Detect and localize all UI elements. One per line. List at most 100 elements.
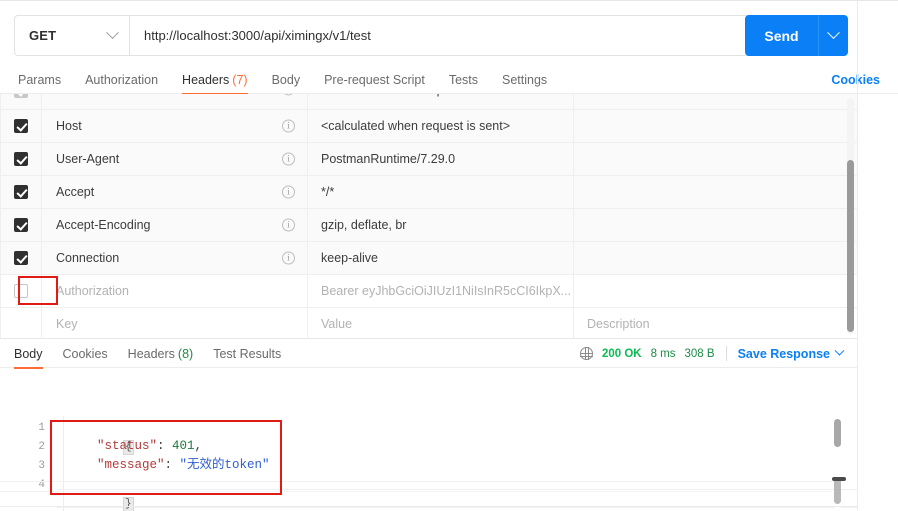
header-key-cell[interactable]: Postman-Token i [41, 94, 308, 110]
header-description-input[interactable]: Description [573, 307, 858, 338]
header-description-cell[interactable] [573, 274, 858, 308]
header-key-text: Accept [56, 184, 95, 199]
code-scrollbar-thumb[interactable] [834, 419, 841, 447]
table-row[interactable]: Host i <calculated when request is sent> [0, 109, 858, 143]
header-checkbox[interactable] [14, 218, 28, 233]
header-key-text: Accept-Encoding [56, 217, 151, 232]
tab-count: (7) [232, 72, 248, 87]
header-value-cell[interactable]: keep-alive [307, 241, 574, 275]
header-value-cell[interactable]: <calculated when request is sent> [307, 109, 574, 143]
value-placeholder: Value [321, 316, 353, 331]
code-content[interactable]: { "status": 401, "message": "无效的token" } [57, 416, 857, 511]
info-icon[interactable]: i [282, 185, 295, 199]
header-value-cell[interactable]: gzip, deflate, br [307, 208, 574, 242]
tab-body[interactable]: Body [272, 65, 301, 94]
chevron-down-icon [834, 345, 845, 356]
response-body-editor[interactable]: 1 2 3 4 { "status": 401, "message": "无效的… [0, 416, 857, 511]
response-size: 308 B [684, 347, 715, 360]
postman-window: GET http://localhost:3000/api/ximingx/v1… [0, 0, 898, 511]
response-tab-cookies[interactable]: Cookies [63, 339, 108, 368]
tab-headers[interactable]: Headers (7) [182, 65, 248, 95]
tab-label: Headers [182, 72, 230, 87]
response-tab-test-results[interactable]: Test Results [213, 339, 281, 368]
headers-scrollbar-thumb[interactable] [847, 160, 854, 332]
header-checkbox[interactable] [14, 94, 28, 98]
header-value-text: */* [321, 184, 335, 199]
code-line-2: "status": 401, [97, 437, 202, 456]
header-key-input[interactable]: Key [41, 307, 308, 338]
header-key-cell[interactable]: Authorization [41, 274, 308, 308]
info-icon[interactable]: i [282, 119, 295, 133]
header-key-cell[interactable]: Connection i [41, 241, 308, 275]
header-key-cell[interactable]: Accept i [41, 175, 308, 209]
tab-label: Pre-request Script [324, 72, 425, 87]
table-row[interactable]: Accept i */* [0, 175, 858, 209]
tab-label: Cookies [62, 346, 108, 361]
json-key-message: "message" [97, 458, 165, 472]
header-key-cell[interactable]: Host i [41, 109, 308, 143]
info-icon[interactable]: i [282, 152, 295, 166]
header-description-cell[interactable] [573, 208, 858, 242]
header-value-cell[interactable]: */* [307, 175, 574, 209]
header-description-cell[interactable] [573, 175, 858, 209]
send-button[interactable]: Send [745, 15, 818, 56]
info-icon[interactable]: i [282, 94, 295, 96]
line-number: 3 [38, 460, 45, 472]
header-value-input[interactable]: Value [307, 307, 574, 338]
divider [725, 346, 727, 361]
header-description-cell[interactable] [573, 241, 858, 275]
key-placeholder: Key [56, 316, 78, 331]
table-row[interactable]: Connection i keep-alive [0, 241, 858, 275]
tab-label: Test Results [213, 346, 282, 361]
tab-label: Authorization [85, 72, 159, 87]
json-colon: : [164, 458, 180, 472]
tab-params[interactable]: Params [18, 65, 61, 94]
cookies-link[interactable]: Cookies [831, 65, 880, 94]
header-checkbox[interactable] [14, 251, 28, 266]
header-checkbox[interactable] [14, 152, 28, 167]
tab-pre-request-script[interactable]: Pre-request Script [324, 65, 425, 94]
header-value-cell[interactable]: Bearer eyJhbGciOiJIUzI1NiIsInR5cCI6IkpX.… [307, 274, 574, 308]
save-response-button[interactable]: Save Response [737, 345, 845, 361]
code-scrollbar-thumb-secondary[interactable] [834, 478, 841, 504]
table-row[interactable]: User-Agent i PostmanRuntime/7.29.0 [0, 142, 858, 176]
header-enabled-cell [0, 241, 42, 275]
header-checkbox[interactable] [14, 119, 28, 134]
code-horizontal-scrollbar[interactable] [832, 477, 846, 481]
header-enabled-cell [0, 307, 42, 338]
header-enabled-cell [0, 208, 42, 242]
header-value-text: PostmanRuntime/7.29.0 [321, 151, 456, 166]
info-icon[interactable]: i [282, 251, 295, 265]
save-response-label: Save Response [737, 346, 830, 361]
header-key-cell[interactable]: Accept-Encoding i [41, 208, 308, 242]
info-icon[interactable]: i [282, 218, 295, 232]
description-placeholder: Description [587, 316, 650, 331]
window-bottom-divider [0, 506, 857, 507]
header-value-cell[interactable]: <calculated when request is sent> [307, 94, 574, 110]
table-row[interactable]: Postman-Token i <calculated when request… [0, 94, 858, 110]
header-description-cell[interactable] [573, 142, 858, 176]
tab-authorization[interactable]: Authorization [85, 65, 158, 94]
header-description-cell[interactable] [573, 94, 858, 110]
headers-table: Postman-Token i <calculated when request… [0, 94, 858, 338]
tab-count: (8) [177, 346, 194, 361]
http-method-select[interactable]: GET [14, 15, 129, 56]
table-row-new[interactable]: Key Value Description [0, 307, 858, 338]
tab-label: Settings [502, 72, 548, 87]
header-key-cell[interactable]: User-Agent i [41, 142, 308, 176]
header-key-text: Authorization [56, 283, 129, 298]
header-description-cell[interactable] [573, 109, 858, 143]
response-tab-body[interactable]: Body [14, 339, 43, 369]
header-checkbox[interactable] [14, 185, 28, 200]
header-checkbox-authorization[interactable] [14, 284, 28, 299]
tab-settings[interactable]: Settings [502, 65, 547, 94]
request-url-input[interactable]: http://localhost:3000/api/ximingx/v1/tes… [129, 15, 840, 56]
send-options-button[interactable] [818, 15, 848, 56]
header-value-cell[interactable]: PostmanRuntime/7.29.0 [307, 142, 574, 176]
table-row[interactable]: Accept-Encoding i gzip, deflate, br [0, 208, 858, 242]
tab-label: Headers [127, 346, 175, 361]
tab-tests[interactable]: Tests [449, 65, 478, 94]
table-row-authorization[interactable]: Authorization Bearer eyJhbGciOiJIUzI1NiI… [0, 274, 858, 308]
response-tab-headers[interactable]: Headers (8) [128, 339, 194, 368]
response-tab-bar: Body Cookies Headers (8) Test Results 20… [0, 339, 857, 369]
